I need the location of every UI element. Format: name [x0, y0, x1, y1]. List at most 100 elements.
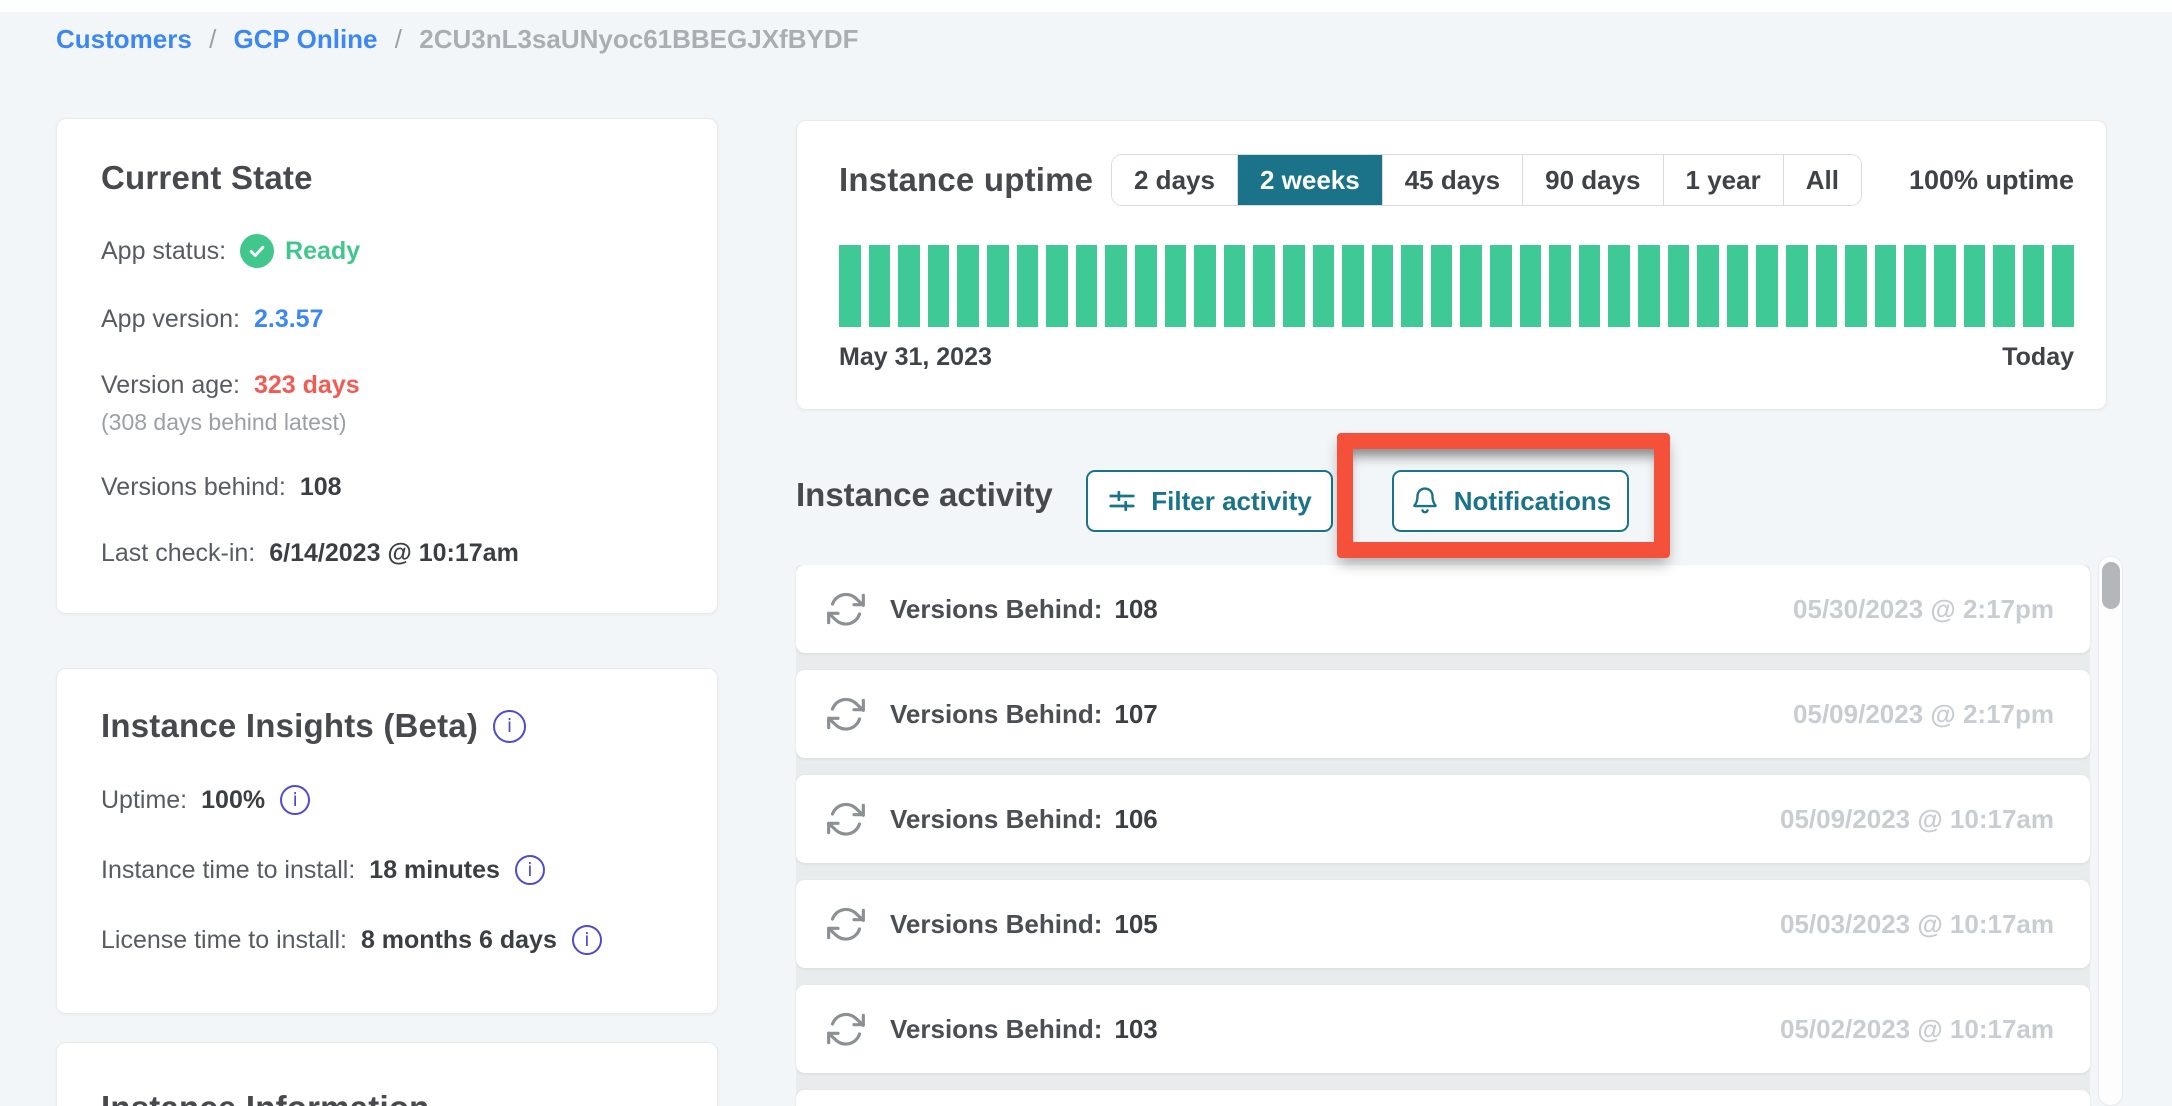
- uptime-bar: [957, 245, 979, 327]
- activity-row-label: Versions Behind:: [890, 804, 1102, 835]
- uptime-bar: [1460, 245, 1482, 327]
- uptime-bar: [1845, 245, 1867, 327]
- uptime-range-2-weeks[interactable]: 2 weeks: [1237, 155, 1382, 205]
- info-icon[interactable]: i: [280, 785, 310, 815]
- uptime-bar: [898, 245, 920, 327]
- uptime-bar: [1431, 245, 1453, 327]
- notifications-label: Notifications: [1454, 486, 1611, 517]
- instance-install-label: Instance time to install:: [101, 856, 355, 885]
- instance-install-row: Instance time to install: 18 minutes i: [101, 855, 673, 885]
- instance-install-value: 18 minutes: [369, 856, 500, 885]
- instance-insights-title: Instance Insights (Beta): [101, 707, 478, 745]
- versions-behind-value: 108: [300, 473, 342, 502]
- app-version-row: App version: 2.3.57: [101, 305, 673, 334]
- version-age-value: 323 days: [254, 371, 360, 400]
- activity-row-timestamp: 05/03/2023 @ 10:17am: [1780, 909, 2054, 940]
- app-status-value: Ready: [285, 237, 360, 266]
- uptime-bar: [1253, 245, 1275, 327]
- activity-row[interactable]: Versions Behind: 106 05/09/2023 @ 10:17a…: [796, 775, 2090, 863]
- activity-scrollbar-thumb[interactable]: [2102, 562, 2120, 609]
- uptime-bar: [1076, 245, 1098, 327]
- activity-row-timestamp: 05/30/2023 @ 2:17pm: [1793, 594, 2054, 625]
- uptime-bar: [1165, 245, 1187, 327]
- sync-icon: [826, 799, 866, 839]
- uptime-bar: [1993, 245, 2015, 327]
- uptime-range-all[interactable]: All: [1783, 155, 1861, 205]
- sync-icon: [826, 1009, 866, 1049]
- license-install-row: License time to install: 8 months 6 days…: [101, 925, 673, 955]
- info-icon[interactable]: i: [493, 710, 526, 743]
- activity-row-partial[interactable]: [796, 1090, 2090, 1106]
- last-checkin-label: Last check-in:: [101, 539, 255, 568]
- breadcrumb-separator: /: [209, 24, 216, 54]
- current-state-title: Current State: [101, 159, 673, 197]
- uptime-bar: [1875, 245, 1897, 327]
- uptime-row: Uptime: 100% i: [101, 785, 673, 815]
- uptime-range-1-year[interactable]: 1 year: [1663, 155, 1783, 205]
- uptime-bar: [928, 245, 950, 327]
- uptime-range-tabs: 2 days2 weeks45 days90 days1 yearAll: [1112, 155, 1861, 205]
- version-age-note: (308 days behind latest): [101, 409, 673, 436]
- uptime-bar: [869, 245, 891, 327]
- uptime-range-45-days[interactable]: 45 days: [1382, 155, 1522, 205]
- info-icon[interactable]: i: [572, 925, 602, 955]
- uptime-bar: [1816, 245, 1838, 327]
- uptime-bar: [2023, 245, 2045, 327]
- uptime-bar: [2052, 245, 2074, 327]
- uptime-range-2-days[interactable]: 2 days: [1112, 155, 1237, 205]
- uptime-bar: [1105, 245, 1127, 327]
- uptime-bar: [1964, 245, 1986, 327]
- uptime-bar: [1046, 245, 1068, 327]
- uptime-bar: [839, 245, 861, 327]
- app-status-row: App status: Ready: [101, 234, 673, 268]
- versions-behind-row: Versions behind: 108: [101, 473, 673, 502]
- breadcrumb-customer-name[interactable]: GCP Online: [234, 24, 378, 54]
- activity-row[interactable]: Versions Behind: 105 05/03/2023 @ 10:17a…: [796, 880, 2090, 968]
- uptime-bar: [1135, 245, 1157, 327]
- uptime-bar: [1194, 245, 1216, 327]
- filter-activity-button[interactable]: Filter activity: [1086, 470, 1333, 532]
- top-strip: [0, 0, 2172, 12]
- activity-row-timestamp: 05/09/2023 @ 10:17am: [1780, 804, 2054, 835]
- uptime-summary: 100% uptime: [1909, 165, 2074, 196]
- sliders-icon: [1107, 486, 1137, 516]
- app-version-value[interactable]: 2.3.57: [254, 305, 324, 334]
- license-install-label: License time to install:: [101, 926, 347, 955]
- uptime-bar: [1579, 245, 1601, 327]
- uptime-range-90-days[interactable]: 90 days: [1522, 155, 1662, 205]
- instance-activity-list: Versions Behind: 108 05/30/2023 @ 2:17pm…: [796, 565, 2090, 1106]
- license-install-value: 8 months 6 days: [361, 926, 557, 955]
- app-version-label: App version:: [101, 305, 240, 334]
- activity-row-label: Versions Behind:: [890, 909, 1102, 940]
- uptime-bar: [1727, 245, 1749, 327]
- activity-row[interactable]: Versions Behind: 107 05/09/2023 @ 2:17pm: [796, 670, 2090, 758]
- uptime-bar: [1934, 245, 1956, 327]
- breadcrumb-customers[interactable]: Customers: [56, 24, 192, 54]
- uptime-bar: [987, 245, 1009, 327]
- activity-row-timestamp: 05/02/2023 @ 10:17am: [1780, 1014, 2054, 1045]
- version-age-label: Version age:: [101, 371, 240, 400]
- breadcrumb-separator: /: [395, 24, 402, 54]
- activity-row-label: Versions Behind:: [890, 594, 1102, 625]
- app-status-label: App status:: [101, 237, 226, 266]
- uptime-bar: [1372, 245, 1394, 327]
- uptime-label: Uptime:: [101, 786, 187, 815]
- uptime-bar: [1756, 245, 1778, 327]
- activity-row[interactable]: Versions Behind: 103 05/02/2023 @ 10:17a…: [796, 985, 2090, 1073]
- instance-uptime-title: Instance uptime: [839, 161, 1112, 199]
- activity-scrollbar-track[interactable]: [2098, 556, 2123, 1106]
- uptime-bar: [1224, 245, 1246, 327]
- activity-row[interactable]: Versions Behind: 108 05/30/2023 @ 2:17pm: [796, 565, 2090, 653]
- uptime-bar: [1608, 245, 1630, 327]
- activity-row-value: 108: [1114, 594, 1157, 625]
- instance-uptime-card: Instance uptime 2 days2 weeks45 days90 d…: [796, 120, 2107, 410]
- sync-icon: [826, 694, 866, 734]
- uptime-value: 100%: [201, 786, 265, 815]
- activity-row-timestamp: 05/09/2023 @ 2:17pm: [1793, 699, 2054, 730]
- notifications-button[interactable]: Notifications: [1392, 470, 1629, 532]
- filter-activity-label: Filter activity: [1151, 486, 1311, 517]
- sync-icon: [826, 904, 866, 944]
- instance-detail-page: Customers / GCP Online / 2CU3nL3saUNyoc6…: [0, 0, 2172, 1106]
- current-state-card: Current State App status: Ready App vers…: [56, 118, 718, 614]
- info-icon[interactable]: i: [515, 855, 545, 885]
